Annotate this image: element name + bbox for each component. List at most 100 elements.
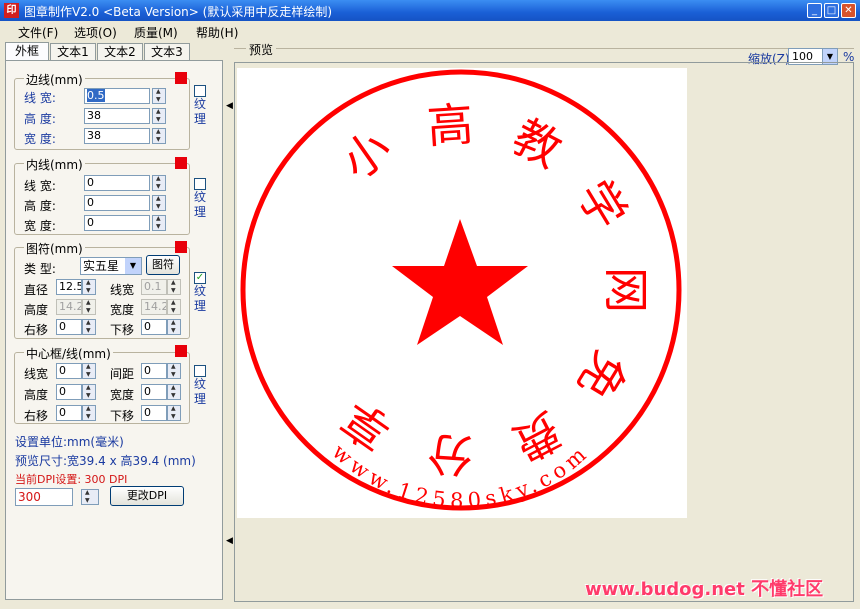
inner-line-width-spinner[interactable]: [152, 175, 166, 191]
center-line-width-label: 线宽: [24, 367, 49, 381]
tab-text3[interactable]: 文本3: [144, 43, 190, 60]
dpi-spinner[interactable]: [81, 489, 99, 505]
border-line-width-spinner[interactable]: [152, 88, 166, 104]
symbol-width-label: 宽度: [110, 303, 135, 317]
center-texture-checkbox[interactable]: [194, 365, 206, 377]
center-down-label: 下移: [110, 409, 135, 423]
inner-texture-label: 纹理: [194, 190, 207, 219]
center-line-width-input[interactable]: 0: [56, 363, 82, 379]
symbol-right-spinner[interactable]: [82, 319, 96, 335]
symbol-width-spinner: [167, 299, 181, 315]
menu-file[interactable]: 文件(F): [18, 24, 58, 41]
border-height-label: 高 度:: [24, 112, 56, 126]
center-spacing-spinner[interactable]: [167, 363, 181, 379]
preview-header-line-left: [234, 48, 246, 49]
center-height-label: 高度: [24, 388, 49, 402]
inner-width-label: 宽 度:: [24, 219, 56, 233]
inner-height-input[interactable]: 0: [84, 195, 150, 211]
collapse-left-icon[interactable]: ◀: [226, 101, 233, 111]
star-icon: [392, 219, 528, 345]
center-width-input[interactable]: 0: [141, 384, 167, 400]
symbol-right-input[interactable]: 0: [56, 319, 82, 335]
chevron-down-icon[interactable]: ▼: [125, 258, 141, 274]
border-height-input[interactable]: 38: [84, 108, 150, 124]
stamp-char: 分: [425, 426, 474, 483]
border-group-title: 边线(mm): [24, 71, 85, 88]
menu-options[interactable]: 选项(O): [74, 24, 117, 41]
center-height-spinner[interactable]: [82, 384, 96, 400]
border-color-swatch[interactable]: [175, 72, 187, 84]
center-frame-group-title: 中心框/线(mm): [24, 345, 113, 362]
inner-height-spinner[interactable]: [152, 195, 166, 211]
stamp-char: 教: [504, 109, 570, 178]
inner-line-width-input[interactable]: 0: [84, 175, 150, 191]
symbol-height-spinner: [82, 299, 96, 315]
center-right-input[interactable]: 0: [56, 405, 82, 421]
center-down-input[interactable]: 0: [141, 405, 167, 421]
symbol-height-label: 高度: [24, 303, 49, 317]
symbol-height-input: 14.2: [56, 299, 82, 315]
menu-quality[interactable]: 质量(M): [134, 24, 178, 41]
collapse-left-icon-bottom[interactable]: ◀: [226, 536, 233, 546]
symbol-diameter-label: 直径: [24, 283, 49, 297]
symbol-down-input[interactable]: 0: [141, 319, 167, 335]
center-spacing-input[interactable]: 0: [141, 363, 167, 379]
stamp-char: 小: [332, 119, 401, 190]
symbol-group-title: 图符(mm): [24, 240, 85, 257]
symbol-line-width-label: 线宽: [110, 283, 135, 297]
border-line-width-input[interactable]: 0.5: [84, 88, 150, 104]
symbol-line-width-spinner: [167, 279, 181, 295]
stamp-char: 网: [599, 267, 653, 313]
menu-help[interactable]: 帮助(H): [196, 24, 238, 41]
border-texture-checkbox[interactable]: [194, 85, 206, 97]
border-width-label: 宽 度:: [24, 132, 56, 146]
stamp-char: 高: [426, 97, 475, 154]
unit-info: 设置单位:mm(毫米): [15, 435, 124, 449]
symbol-diameter-input[interactable]: 12.5: [56, 279, 82, 295]
symbol-button[interactable]: 图符: [146, 255, 180, 275]
center-down-spinner[interactable]: [167, 405, 181, 421]
preview-label: 预览: [247, 41, 276, 58]
symbol-texture-label: 纹理: [194, 284, 207, 313]
preview-size-info: 预览尺寸:宽39.4 x 高39.4 (mm): [15, 454, 196, 468]
border-width-spinner[interactable]: [152, 128, 166, 144]
tab-outer-frame[interactable]: 外框: [5, 42, 49, 61]
inner-texture-checkbox[interactable]: [194, 178, 206, 190]
inner-width-spinner[interactable]: [152, 215, 166, 231]
symbol-type-label: 类 型:: [24, 262, 56, 276]
border-line-width-label: 线 宽:: [24, 91, 56, 105]
symbol-color-swatch[interactable]: [175, 241, 187, 253]
border-height-spinner[interactable]: [152, 108, 166, 124]
inner-color-swatch[interactable]: [175, 157, 187, 169]
center-height-input[interactable]: 0: [56, 384, 82, 400]
minimize-button[interactable]: _: [807, 3, 822, 18]
tab-text2[interactable]: 文本2: [97, 43, 143, 60]
symbol-down-spinner[interactable]: [167, 319, 181, 335]
change-dpi-button[interactable]: 更改DPI: [110, 486, 184, 506]
inner-width-input[interactable]: 0: [84, 215, 150, 231]
center-spacing-label: 间距: [110, 367, 135, 381]
center-right-label: 右移: [24, 409, 49, 423]
border-width-input[interactable]: 38: [84, 128, 150, 144]
inner-height-label: 高 度:: [24, 199, 56, 213]
dpi-input[interactable]: 300: [15, 488, 73, 506]
symbol-texture-checkbox[interactable]: ✓: [194, 272, 206, 284]
stamp-canvas: www.12580sky.com 小高教学网免费分享: [237, 68, 687, 518]
panel-splitter[interactable]: [224, 62, 233, 602]
tab-text1[interactable]: 文本1: [50, 43, 96, 60]
center-line-width-spinner[interactable]: [82, 363, 96, 379]
menu-bar: [0, 21, 860, 41]
stamp-char: 免: [567, 342, 637, 409]
window-title: 图章制作V2.0 <Beta Version> (默认采用中反走样绘制): [24, 5, 333, 19]
inner-line-group-title: 内线(mm): [24, 156, 85, 173]
symbol-width-input: 14.2: [141, 299, 167, 315]
center-width-spinner[interactable]: [167, 384, 181, 400]
symbol-diameter-spinner[interactable]: [82, 279, 96, 295]
center-color-swatch[interactable]: [175, 345, 187, 357]
symbol-right-label: 右移: [24, 323, 49, 337]
maximize-button[interactable]: □: [824, 3, 839, 18]
close-button[interactable]: ✕: [841, 3, 856, 18]
center-texture-label: 纹理: [194, 377, 207, 406]
stamp-svg: www.12580sky.com 小高教学网免费分享: [240, 69, 682, 513]
center-right-spinner[interactable]: [82, 405, 96, 421]
